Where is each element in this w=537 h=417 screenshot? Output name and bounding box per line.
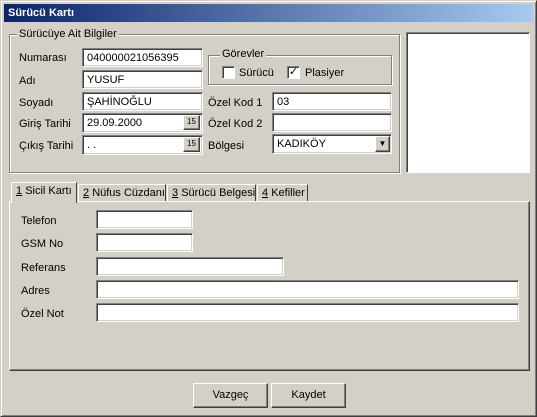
gsm-label: GSM No bbox=[21, 238, 64, 250]
exit-date-value: . . bbox=[87, 139, 97, 151]
photo-box[interactable] bbox=[406, 32, 530, 173]
chevron-down-icon: ▼ bbox=[378, 139, 387, 148]
tab-2-number: 2 bbox=[83, 187, 90, 199]
tab-nufus-cuzdani[interactable]: 2 Nüfus Cüzdanı bbox=[78, 184, 166, 202]
driver-info-legend: Sürücüye Ait Bilgiler bbox=[17, 28, 119, 40]
note-label: Özel Not bbox=[21, 308, 64, 320]
region-select[interactable]: KADIKÖY bbox=[272, 134, 392, 154]
phone-label: Telefon bbox=[21, 215, 57, 227]
tab-sicil-karti[interactable]: 1 Sicil Kartı bbox=[11, 182, 77, 203]
tab-2-label: Nüfus Cüzdanı bbox=[92, 187, 165, 199]
tab-1-label: Sicil Kartı bbox=[25, 185, 72, 197]
name-field[interactable]: YUSUF bbox=[82, 70, 203, 89]
tab-surucu-belgesi[interactable]: 3 Sürücü Belgesi bbox=[167, 184, 256, 202]
save-button[interactable]: Kaydet bbox=[271, 383, 346, 408]
driver-checkbox-label: Sürücü bbox=[239, 67, 274, 79]
tab-4-label: Kefiller bbox=[271, 187, 305, 199]
calendar-icon: 15 bbox=[187, 139, 196, 148]
region-dropdown-button[interactable]: ▼ bbox=[375, 136, 390, 152]
region-value: KADIKÖY bbox=[277, 138, 326, 150]
check-icon: ✓ bbox=[288, 66, 299, 78]
driver-card-window: Sürücü Kartı Sürücüye Ait Bilgiler Numar… bbox=[0, 0, 537, 417]
tab-4-number: 4 bbox=[262, 187, 269, 199]
roles-legend: Görevler bbox=[220, 48, 267, 60]
special-code-2-field[interactable] bbox=[272, 113, 392, 132]
tab-3-label: Sürücü Belgesi bbox=[181, 187, 256, 199]
special-code-1-label: Özel Kod 1 bbox=[208, 97, 263, 109]
driver-checkbox[interactable] bbox=[222, 66, 235, 79]
exit-date-calendar-button[interactable]: 15 bbox=[183, 137, 200, 152]
number-field[interactable]: 040000021056395 bbox=[82, 48, 203, 67]
special-code-1-field[interactable]: 03 bbox=[272, 92, 392, 111]
plasiyer-checkbox[interactable]: ✓ bbox=[287, 66, 300, 79]
tab-3-number: 3 bbox=[172, 187, 179, 199]
surname-field[interactable]: ŞAHİNOĞLU bbox=[82, 92, 203, 111]
entry-date-calendar-button[interactable]: 15 bbox=[183, 115, 200, 130]
entry-date-label: Giriş Tarihi bbox=[19, 118, 71, 130]
address-label: Adres bbox=[21, 285, 50, 297]
number-label: Numarası bbox=[19, 52, 67, 64]
tab-kefiller[interactable]: 4 Kefiller bbox=[257, 184, 308, 202]
name-label: Adı bbox=[19, 75, 36, 87]
address-field[interactable] bbox=[96, 280, 519, 299]
region-label: Bölgesi bbox=[208, 140, 245, 152]
reference-label: Referans bbox=[21, 262, 66, 274]
phone-field[interactable] bbox=[96, 210, 193, 229]
cancel-button[interactable]: Vazgeç bbox=[193, 383, 268, 408]
gsm-field[interactable] bbox=[96, 233, 193, 252]
special-code-2-label: Özel Kod 2 bbox=[208, 118, 263, 130]
tab-1-number: 1 bbox=[16, 185, 23, 197]
exit-date-label: Çıkış Tarihi bbox=[19, 140, 74, 152]
reference-field[interactable] bbox=[96, 257, 284, 276]
calendar-icon: 15 bbox=[187, 117, 196, 126]
surname-label: Soyadı bbox=[19, 97, 54, 109]
note-field[interactable] bbox=[96, 303, 519, 322]
plasiyer-checkbox-label: Plasiyer bbox=[305, 67, 345, 79]
window-title: Sürücü Kartı bbox=[4, 4, 533, 22]
entry-date-value: 29.09.2000 bbox=[87, 117, 143, 129]
